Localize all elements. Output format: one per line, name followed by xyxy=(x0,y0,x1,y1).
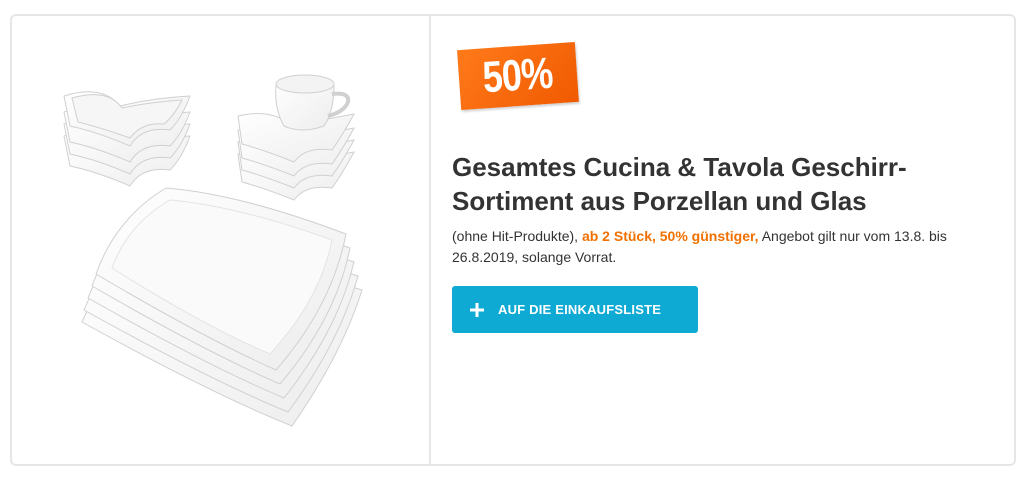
description-highlight: ab 2 Stück, 50% günstiger, xyxy=(581,228,759,244)
plus-icon xyxy=(470,302,484,317)
discount-badge-text: 50% xyxy=(481,48,555,103)
discount-badge: 50% xyxy=(457,41,579,111)
bowl-stack xyxy=(63,91,191,187)
product-image[interactable] xyxy=(42,54,412,434)
add-to-shopping-list-label: AUF DIE EINKAUFSLISTE xyxy=(498,302,662,317)
cup-stack xyxy=(237,74,355,201)
add-to-shopping-list-button[interactable]: AUF DIE EINKAUFSLISTE xyxy=(452,286,698,333)
description-prefix: (ohne Hit-Produkte), xyxy=(452,228,582,244)
product-description: (ohne Hit-Produkte), ab 2 Stück, 50% gün… xyxy=(452,226,992,268)
card-divider xyxy=(429,16,431,464)
product-title: Gesamtes Cucina & Tavola Geschirr-Sortim… xyxy=(452,152,907,216)
plate-stack xyxy=(81,187,363,427)
offer-card: 50% Gesamtes Cucina & Tavola Geschirr-So… xyxy=(10,14,1016,466)
